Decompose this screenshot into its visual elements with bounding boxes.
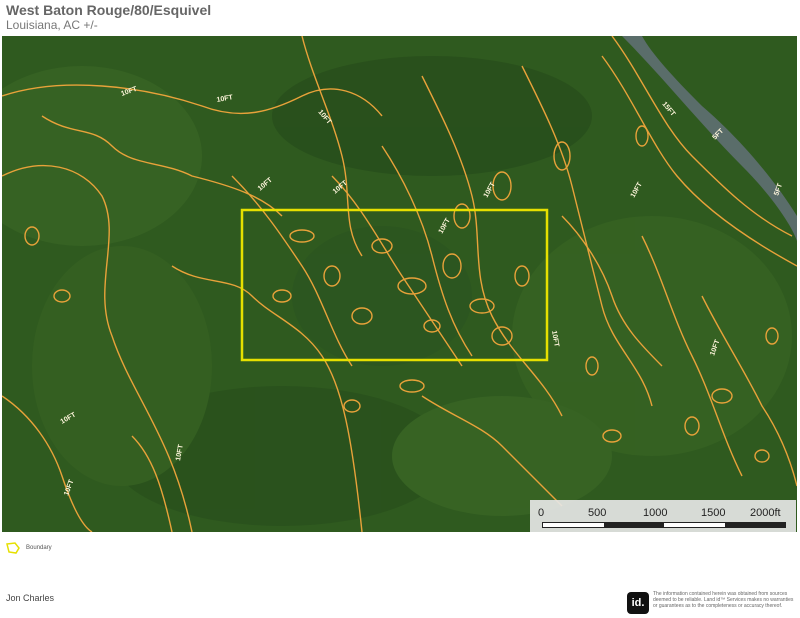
map-title: West Baton Rouge/80/Esquivel (6, 2, 212, 18)
disclaimer-text: The information contained herein was obt… (653, 591, 794, 609)
scale-bar: 0 500 1000 1500 2000ft (530, 500, 796, 532)
map-canvas: 10FT 10FT 10FT 10FT 10FT 10FT 10FT 10FT … (2, 36, 797, 532)
scale-label: 500 (588, 507, 607, 519)
scale-label: 2000ft (750, 507, 781, 519)
polygon-icon (6, 542, 20, 554)
landid-logo: id. (627, 592, 649, 614)
map-legend: Boundary (6, 542, 52, 554)
scale-label: 1500 (701, 507, 726, 519)
scale-label: 0 (538, 507, 545, 519)
scale-bar-track (542, 522, 786, 528)
legend-boundary-label: Boundary (26, 545, 52, 551)
agent-name: Jon Charles (6, 593, 55, 603)
map-subtitle: Louisiana, AC +/- (6, 18, 98, 32)
scale-label: 1000 (643, 507, 668, 519)
aerial-map[interactable]: 10FT 10FT 10FT 10FT 10FT 10FT 10FT 10FT … (2, 36, 797, 532)
